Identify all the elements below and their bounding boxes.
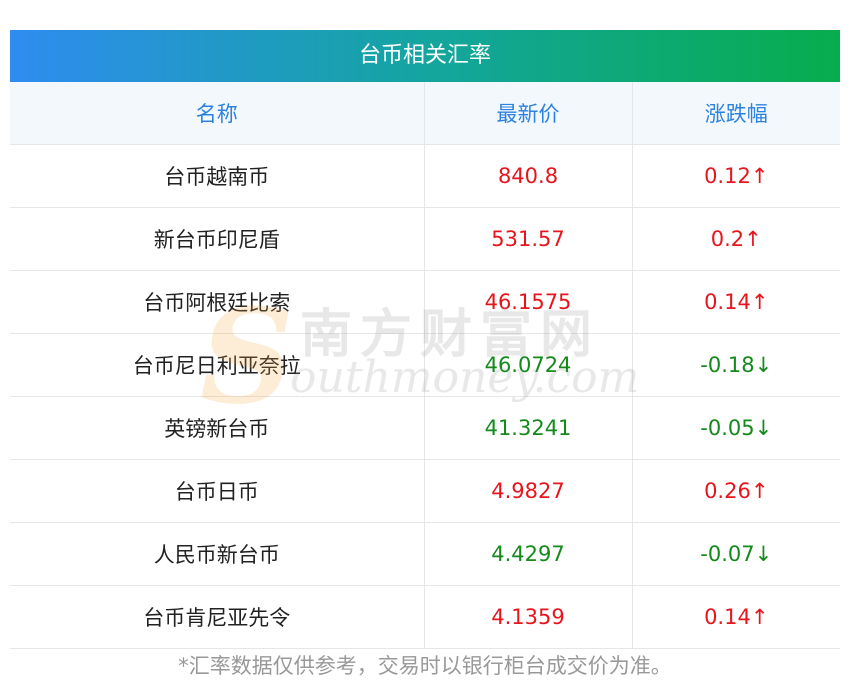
latest-price: 4.9827 xyxy=(423,459,632,523)
table-row: 台币日币 4.9827 0.26↑ xyxy=(10,459,840,523)
card-title: 台币相关汇率 xyxy=(10,30,840,82)
table-body: 台币越南币 840.8 0.12↑ 新台币印尼盾 531.57 0.2↑ 台币阿根廷比索 46… xyxy=(10,144,840,649)
latest-price: 4.4297 xyxy=(423,522,632,586)
currency-pair-name: 台币阿根廷比索 xyxy=(10,270,424,334)
change-percent: 0.26↑ xyxy=(631,459,840,523)
table-row: 台币肯尼亚先令 4.1359 0.14↑ xyxy=(10,585,840,649)
change-percent: -0.18↓ xyxy=(631,333,840,397)
latest-price: 46.0724 xyxy=(423,333,632,397)
currency-pair-name: 台币越南币 xyxy=(10,144,424,208)
currency-pair-name: 台币日币 xyxy=(10,459,424,523)
change-percent: 0.14↑ xyxy=(631,585,840,649)
latest-price: 840.8 xyxy=(423,144,632,208)
latest-price: 4.1359 xyxy=(423,585,632,649)
latest-price: 41.3241 xyxy=(423,396,632,460)
currency-pair-name: 英镑新台币 xyxy=(10,396,424,460)
table-row: 新台币印尼盾 531.57 0.2↑ xyxy=(10,207,840,271)
header-change: 涨跌幅 xyxy=(631,82,840,145)
change-percent: -0.05↓ xyxy=(631,396,840,460)
table-header-row: 名称 最新价 涨跌幅 xyxy=(10,82,840,145)
table-row: 台币越南币 840.8 0.12↑ xyxy=(10,144,840,208)
currency-pair-name: 台币尼日利亚奈拉 xyxy=(10,333,424,397)
table-row: 台币尼日利亚奈拉 46.0724 -0.18↓ xyxy=(10,333,840,397)
currency-pair-name: 新台币印尼盾 xyxy=(10,207,424,271)
latest-price: 46.1575 xyxy=(423,270,632,334)
header-name: 名称 xyxy=(10,82,425,145)
table-row: 台币阿根廷比索 46.1575 0.14↑ xyxy=(10,270,840,334)
change-percent: 0.2↑ xyxy=(631,207,840,271)
table-row: 人民币新台币 4.4297 -0.07↓ xyxy=(10,522,840,586)
currency-pair-name: 人民币新台币 xyxy=(10,522,424,586)
header-price: 最新价 xyxy=(423,82,633,145)
rate-table: 名称 最新价 涨跌幅 台币越南币 840.8 0.12↑ 新台币印尼盾 531.57 0.… xyxy=(10,82,840,649)
change-percent: 0.14↑ xyxy=(631,270,840,334)
table-row: 英镑新台币 41.3241 -0.05↓ xyxy=(10,396,840,460)
change-percent: -0.07↓ xyxy=(631,522,840,586)
latest-price: 531.57 xyxy=(423,207,632,271)
footnote: *汇率数据仅供参考，交易时以银行柜台成交价为准。 xyxy=(178,654,672,678)
currency-pair-name: 台币肯尼亚先令 xyxy=(10,585,424,649)
exchange-rate-card: 台币相关汇率 名称 最新价 涨跌幅 台币越南币 840.8 0.12↑ 新台币印尼盾 5… xyxy=(10,30,840,649)
change-percent: 0.12↑ xyxy=(631,144,840,208)
